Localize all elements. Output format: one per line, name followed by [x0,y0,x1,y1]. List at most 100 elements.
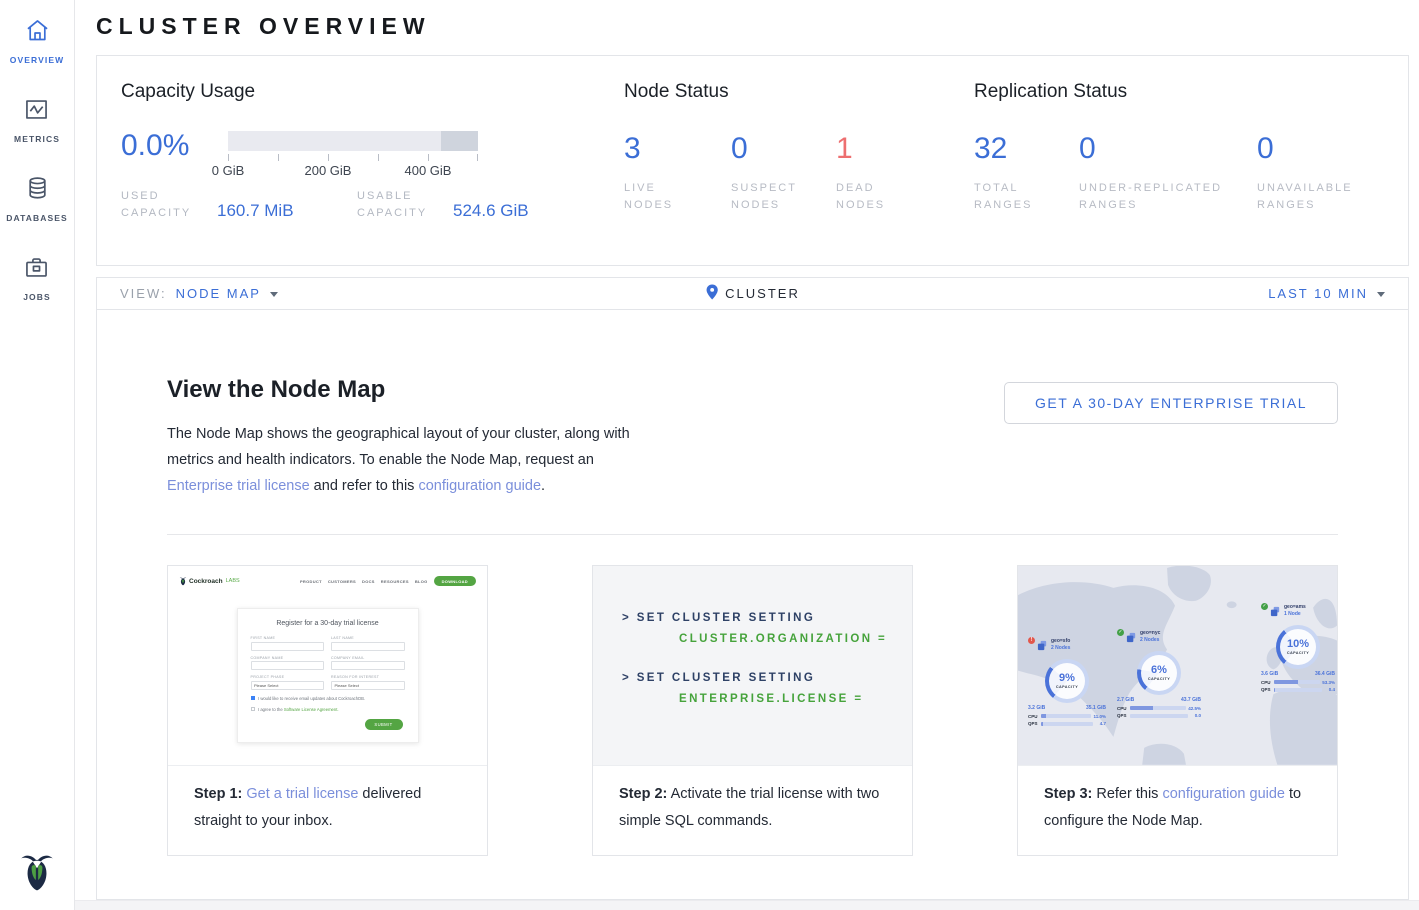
stat-value: 0 [1257,134,1385,164]
stat-total-ranges: 32 TOTAL RANGES [974,134,1079,214]
stat-label: SUSPECT NODES [731,180,817,214]
map-region-ams: ✓ geo=ams 1 Node 10% CAPACITY [1261,604,1335,692]
capacity-bar-reserved-segment [441,131,479,151]
stat-value: 0 [731,134,836,164]
node-map-preview: ! geo=sfo 2 Nodes 9% CAPACITY [1018,566,1337,766]
footer-strip [75,900,1419,910]
used-capacity-value: 160.7 MiB [217,201,357,222]
stat-suspect-nodes: 0 SUSPECT NODES [731,134,836,214]
sidebar-item-overview[interactable]: OVERVIEW [10,17,64,79]
status-dot-healthy: ✓ [1261,603,1268,610]
region-node-count: 1 Node [1284,611,1306,618]
view-selector-dropdown[interactable]: VIEW: NODE MAP [120,286,278,301]
capacity-gauge: 6% CAPACITY [1137,651,1181,695]
site-nav: PRODUCTCUSTOMERSDOCSRESOURCESBLOG DOWNLO… [300,576,476,586]
description-text: The Node Map shows the geographical layo… [167,426,630,468]
stat-label: UNAVAILABLE RANGES [1257,180,1385,214]
description-text: and refer to this [310,478,419,494]
submit-pill: SUBMIT [365,719,403,730]
step1-screenshot: CockroachLABS PRODUCTCUSTOMERSDOCSRESOUR… [168,566,487,766]
qps-bar [1041,722,1093,726]
section-title: Replication Status [974,81,1408,103]
axis-label: 0 GiB [212,163,245,178]
region-name: geo=sfo [1051,638,1070,645]
configuration-guide-link[interactable]: configuration guide [418,478,541,494]
used-capacity-label: USED CAPACITY [121,188,217,222]
region-node-count: 2 Nodes [1140,637,1160,644]
map-region-sfo: ! geo=sfo 2 Nodes 9% CAPACITY [1028,638,1106,726]
checkbox-checked [251,696,256,701]
page-title: CLUSTER OVERVIEW [96,13,1419,40]
cockroach-labs-logo [19,849,55,898]
briefcase-icon [23,254,50,286]
node-map-panel: View the Node Map The Node Map shows the… [96,310,1409,900]
stat-label: LIVE NODES [624,180,710,214]
step-label: Step 1: [194,786,242,802]
capacity-bar: 0 GiB 200 GiB 400 GiB [228,131,478,178]
time-range-dropdown[interactable]: LAST 10 MIN [1268,286,1385,301]
step1-card: CockroachLABS PRODUCTCUSTOMERSDOCSRESOUR… [167,565,488,856]
sidebar-item-label: DATABASES [6,213,68,223]
step-label: Step 3: [1044,786,1092,802]
capacity-gauge: 10% CAPACITY [1276,625,1320,669]
replication-status-section: Replication Status 32 TOTAL RANGES 0 UND… [974,56,1408,265]
node-status-section: Node Status 3 LIVE NODES 0 SUSPECT NODES… [624,56,974,265]
code-line: > SET CLUSTER SETTING [622,672,912,684]
location-pin-icon [705,284,718,303]
get-trial-license-link[interactable]: Get a trial license [246,786,358,802]
step2-sql-snippet: > SET CLUSTER SETTING CLUSTER.ORGANIZATI… [593,566,912,766]
status-dot-dead: ! [1028,637,1035,644]
stat-value: 1 [836,134,922,164]
node-cubes-icon [1270,604,1281,622]
step2-card: > SET CLUSTER SETTING CLUSTER.ORGANIZATI… [592,565,913,856]
qps-bar [1274,688,1322,692]
code-line: CLUSTER.ORGANIZATION = [679,633,912,645]
breadcrumb-label: CLUSTER [725,286,800,301]
qps-bar [1130,714,1188,718]
configuration-guide-link[interactable]: configuration guide [1162,786,1285,802]
node-cubes-icon [1126,630,1137,648]
view-selected-value: NODE MAP [176,286,261,301]
stat-value: 32 [974,134,1079,164]
region-name: geo=nyc [1140,630,1160,637]
get-enterprise-trial-button[interactable]: GET A 30-DAY ENTERPRISE TRIAL [1004,382,1338,424]
sidebar-item-jobs[interactable]: JOBS [23,254,51,316]
step-label: Step 2: [619,786,667,802]
step3-card: ! geo=sfo 2 Nodes 9% CAPACITY [1017,565,1338,856]
stat-label: UNDER-REPLICATED RANGES [1079,180,1249,214]
cluster-summary-card: Capacity Usage 0.0% 0 GiB [96,55,1409,266]
status-dot-healthy: ✓ [1117,629,1124,636]
sidebar-item-label: METRICS [14,134,60,144]
stat-label: DEAD NODES [836,180,922,214]
cpu-bar [1274,680,1320,684]
chevron-down-icon [1377,292,1385,297]
download-pill: DOWNLOAD [434,576,476,586]
cockroach-labs-wordmark: CockroachLABS [179,576,240,586]
usable-capacity-label: USABLE CAPACITY [357,188,453,222]
database-icon [24,175,51,207]
node-cubes-icon [1037,638,1048,656]
panel-description: The Node Map shows the geographical layo… [167,421,633,499]
sidebar-item-label: OVERVIEW [10,55,64,65]
enterprise-trial-license-link[interactable]: Enterprise trial license [167,478,310,494]
step3-caption: Step 3: Refer this configuration guide t… [1018,766,1337,855]
chevron-down-icon [270,292,278,297]
sidebar-item-databases[interactable]: DATABASES [6,175,68,237]
main-content: CLUSTER OVERVIEW Capacity Usage 0.0% [75,0,1419,910]
capacity-axis-ticks [228,154,478,162]
section-divider [167,534,1338,535]
axis-label: 400 GiB [405,163,452,178]
checkbox-unchecked [251,707,256,712]
metrics-icon [23,96,50,128]
axis-label: 200 GiB [305,163,352,178]
map-region-nyc: ✓ geo=nyc 2 Nodes 6% CAPACITY [1117,630,1201,718]
cpu-bar [1041,714,1091,718]
section-title: Capacity Usage [121,81,624,103]
sidebar-item-metrics[interactable]: METRICS [14,96,60,158]
sidebar: OVERVIEW METRICS DATABASES [0,0,75,910]
stat-dead-nodes: 1 DEAD NODES [836,134,922,214]
description-text: . [541,478,545,494]
form-title: Register for a 30-day trial license [251,620,405,627]
capacity-bar-track [228,131,478,151]
admin-ui-root: OVERVIEW METRICS DATABASES [0,0,1419,910]
